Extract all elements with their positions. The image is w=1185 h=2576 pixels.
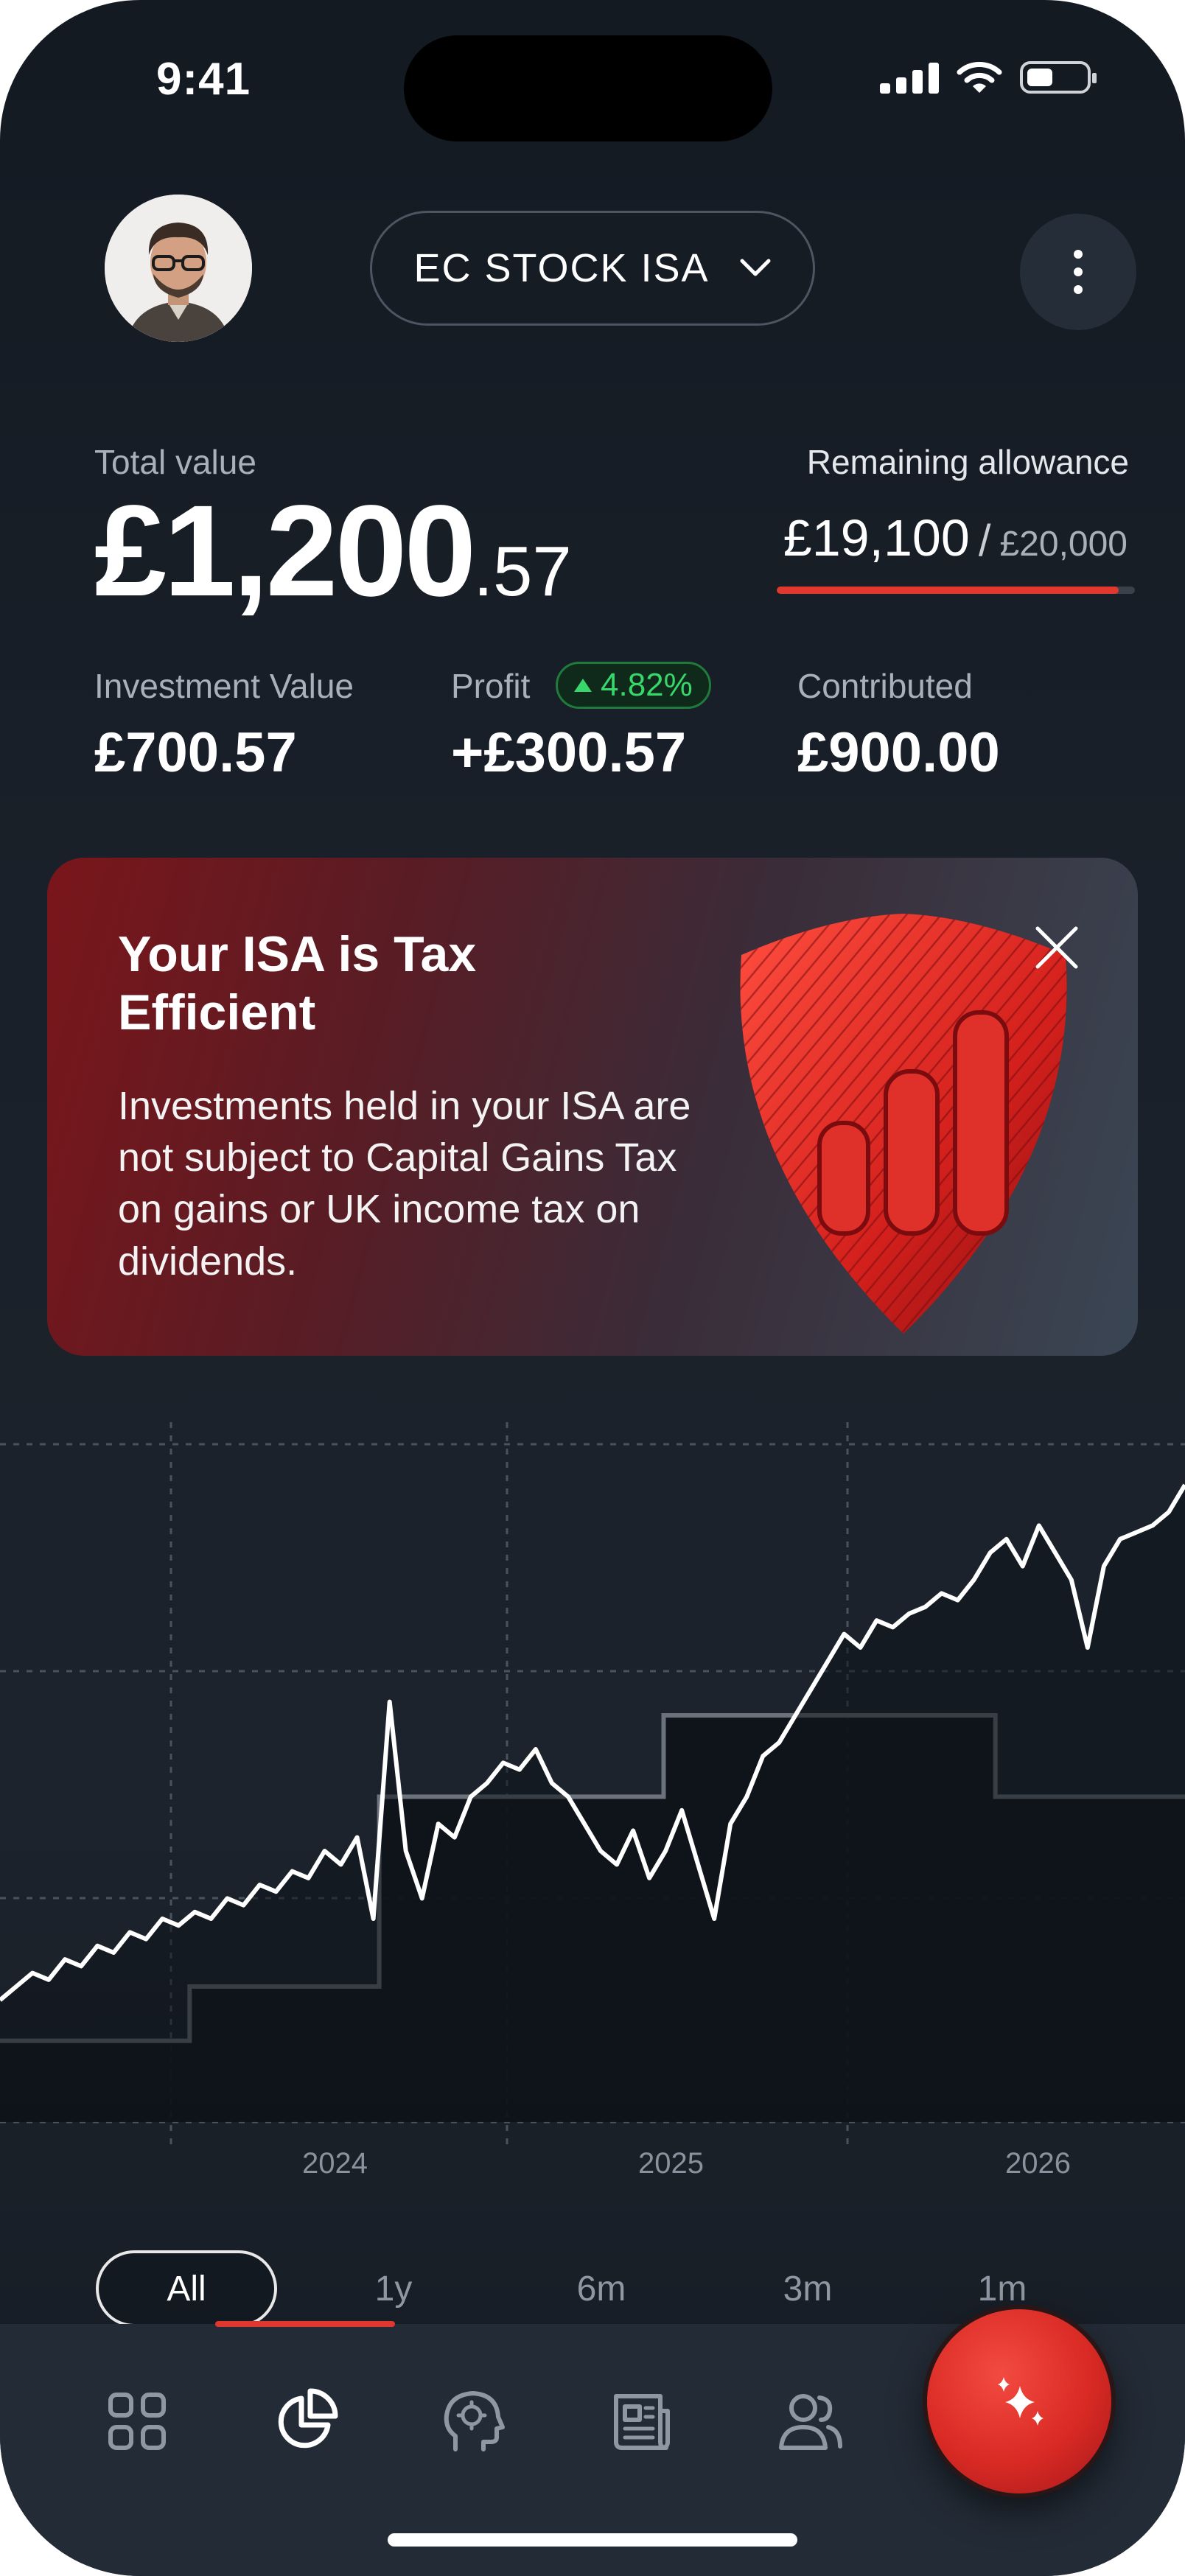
news-icon [614, 2394, 670, 2450]
nav-portfolio[interactable] [261, 2377, 349, 2465]
x-tick-2026: 2026 [1005, 2147, 1071, 2180]
x-tick-2024: 2024 [302, 2147, 368, 2180]
arrow-up-icon [574, 679, 592, 692]
allowance-progress-bar [777, 587, 1135, 594]
ai-assistant-button[interactable] [927, 2309, 1111, 2493]
investment-value-label: Investment Value [94, 667, 354, 705]
investment-value: £700.57 [94, 721, 297, 784]
profit-value: +£300.57 [451, 721, 687, 784]
sparkles-icon [998, 2377, 1044, 2426]
total-value-cents: .57 [473, 532, 572, 611]
person-portrait-icon [105, 195, 252, 342]
promo-title: Your ISA is Tax Efficient [118, 926, 477, 1040]
promo-body: Investments held in your ISA are not sub… [118, 1084, 691, 1284]
more-options-button[interactable] [1020, 214, 1136, 330]
home-indicator [388, 2533, 797, 2547]
range-6m[interactable]: 6m [557, 2250, 646, 2327]
account-name: EC STOCK ISA [413, 246, 710, 290]
contributed-label: Contributed [797, 667, 973, 705]
nav-news[interactable] [597, 2377, 685, 2465]
nav-dashboard[interactable] [93, 2377, 181, 2465]
brain-icon [444, 2391, 505, 2451]
account-selector[interactable]: EC STOCK ISA [370, 211, 815, 326]
avatar[interactable] [105, 195, 252, 342]
signal-icon [880, 61, 939, 94]
total-value: £1,200.57 [94, 486, 572, 616]
dynamic-island [404, 35, 772, 141]
wifi-icon [957, 62, 1002, 93]
close-icon[interactable] [1030, 921, 1083, 974]
profit-change-percent: 4.82% [601, 667, 693, 703]
remaining-allowance-value: £19,100 / £20,000 [783, 508, 1128, 567]
pie-chart-icon [278, 2388, 338, 2449]
status-icons [880, 60, 1097, 94]
battery-icon [1020, 61, 1097, 94]
total-value-label: Total value [94, 443, 256, 481]
range-all[interactable]: All [96, 2250, 277, 2327]
total-value-main: £1,200 [94, 479, 476, 623]
range-selector: All 1y 6m 3m 1m [0, 2240, 1185, 2327]
profit-change-badge: 4.82% [556, 662, 711, 709]
chevron-down-icon [740, 259, 771, 276]
app-screen: 9:41 EC STOCK ISA Total value £1,200.57 … [0, 0, 1185, 2576]
range-3m[interactable]: 3m [763, 2250, 852, 2327]
remaining-allowance-label: Remaining allowance [806, 443, 1129, 481]
allowance-separator: / [978, 516, 991, 565]
contributed-value: £900.00 [797, 721, 1000, 784]
people-icon [779, 2394, 842, 2450]
active-tab-indicator [215, 2321, 395, 2327]
portfolio-chart[interactable] [0, 1422, 1185, 2203]
grid-icon [108, 2393, 166, 2450]
x-tick-2025: 2025 [638, 2147, 704, 2180]
nav-community[interactable] [766, 2377, 855, 2465]
allowance-progress-fill [777, 587, 1119, 594]
allowance-total: £20,000 [999, 525, 1128, 564]
status-time: 9:41 [156, 54, 251, 105]
more-vertical-icon [1074, 250, 1083, 294]
range-1y[interactable]: 1y [349, 2250, 438, 2327]
tax-efficient-card[interactable]: Your ISA is Tax Efficient Investments he… [47, 858, 1138, 1356]
profit-label: Profit [451, 667, 531, 705]
nav-insights[interactable] [429, 2377, 517, 2465]
remaining-amount: £19,100 [783, 509, 970, 567]
